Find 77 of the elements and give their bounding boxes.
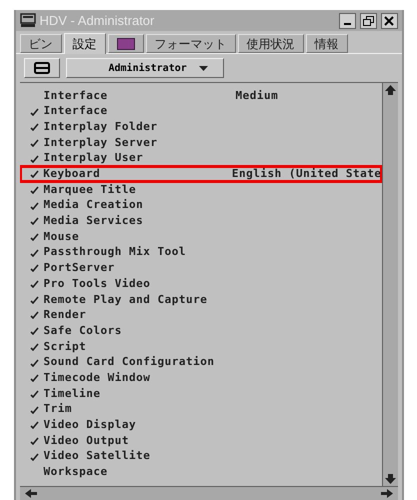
setting-name: Script — [44, 338, 88, 355]
setting-row[interactable]: Pro Tools Video — [20, 276, 382, 292]
panel-icon — [34, 62, 50, 74]
tab[interactable]: 設定 — [64, 33, 106, 54]
setting-name: PortServer — [44, 260, 116, 276]
setting-row[interactable]: Video Satellite — [20, 448, 382, 464]
window-title: HDV - Administrator — [40, 12, 154, 30]
right-arrow-icon — [380, 488, 394, 499]
tab[interactable]: 情報 — [306, 34, 348, 53]
vertical-scrollbar[interactable] — [382, 83, 398, 486]
setting-name: Keyboard — [43, 166, 102, 182]
setting-row[interactable]: Render — [20, 308, 382, 324]
setting-row[interactable]: Keyboard English (United State — [20, 166, 382, 182]
monitor-icon — [20, 13, 36, 28]
setting-row[interactable]: Trim — [20, 402, 382, 418]
setting-value: English (United State — [232, 166, 382, 182]
setting-name: Interface — [44, 88, 109, 104]
setting-row[interactable]: Interplay User — [20, 150, 382, 166]
close-icon — [384, 16, 394, 26]
setting-name: Passthrough Mix Tool — [44, 244, 187, 260]
setting-row[interactable]: Timecode Window — [20, 370, 382, 386]
setting-row[interactable]: Sound Card Configuration — [20, 354, 382, 370]
minimize-button[interactable] — [338, 12, 356, 28]
layout-button[interactable] — [24, 58, 60, 78]
up-arrow-icon — [382, 83, 398, 97]
minimize-icon — [344, 22, 350, 24]
setting-row[interactable]: Workspace — [20, 464, 382, 480]
setting-row[interactable]: Mouse — [20, 229, 382, 245]
setting-row[interactable]: Remote Play and Capture — [20, 292, 382, 308]
setting-name: Video Display — [44, 417, 138, 434]
tab[interactable]: 使用状況 — [238, 34, 304, 53]
setting-row[interactable]: Interface Medium — [20, 88, 382, 104]
setting-name: Workspace — [44, 464, 109, 480]
setting-row[interactable]: Interplay Server — [20, 135, 382, 151]
user-dropdown[interactable]: Administrator — [66, 58, 224, 78]
restore-icon — [362, 16, 374, 26]
swatch-icon — [116, 38, 134, 50]
horizontal-scrollbar[interactable] — [20, 486, 398, 500]
setting-row[interactable]: Marquee Title — [20, 182, 382, 198]
setting-name: Timecode Window — [44, 370, 152, 386]
caret-icon — [198, 66, 208, 70]
setting-name: Pro Tools Video — [44, 276, 152, 292]
setting-name: Interplay Server — [44, 134, 158, 151]
setting-name: Video Satellite — [44, 448, 152, 464]
setting-row[interactable]: Interplay Folder — [20, 119, 382, 136]
setting-row[interactable]: Safe Colors — [20, 323, 382, 339]
setting-row[interactable]: Video Output — [20, 433, 382, 449]
setting-name: Interface — [44, 103, 109, 120]
color-tab[interactable] — [108, 34, 144, 53]
setting-name: Sound Card Configuration — [44, 354, 216, 370]
setting-name: Marquee Title — [44, 182, 138, 198]
setting-row[interactable]: Script — [20, 339, 382, 355]
tab[interactable]: ビン — [20, 34, 62, 53]
setting-row[interactable]: Media Creation — [20, 198, 382, 214]
setting-name: Mouse — [44, 228, 80, 245]
setting-row[interactable]: Timeline — [20, 386, 382, 402]
setting-name: Video Output — [44, 432, 130, 449]
setting-value: Medium — [236, 88, 278, 104]
setting-row[interactable]: Passthrough Mix Tool — [20, 244, 382, 261]
setting-name: Render — [44, 307, 88, 324]
setting-row[interactable]: Media Services — [20, 214, 382, 230]
setting-name: Safe Colors — [44, 322, 123, 339]
restore-button[interactable] — [360, 12, 376, 28]
setting-name: Media Creation — [44, 197, 144, 214]
setting-row[interactable]: Video Display — [20, 417, 382, 434]
tab[interactable]: フォーマット — [146, 34, 236, 53]
setting-name: Remote Play and Capture — [44, 292, 208, 308]
setting-row[interactable]: PortServer — [20, 260, 382, 276]
down-arrow-icon — [382, 472, 398, 486]
setting-name: Trim — [44, 401, 73, 418]
setting-name: Interplay User — [44, 150, 144, 166]
left-arrow-icon — [24, 488, 38, 499]
close-button[interactable] — [380, 12, 398, 28]
setting-name: Media Services — [44, 213, 144, 230]
setting-row[interactable]: Interface — [20, 104, 382, 120]
setting-name: Timeline — [44, 386, 102, 402]
setting-name: Interplay Folder — [44, 118, 158, 135]
